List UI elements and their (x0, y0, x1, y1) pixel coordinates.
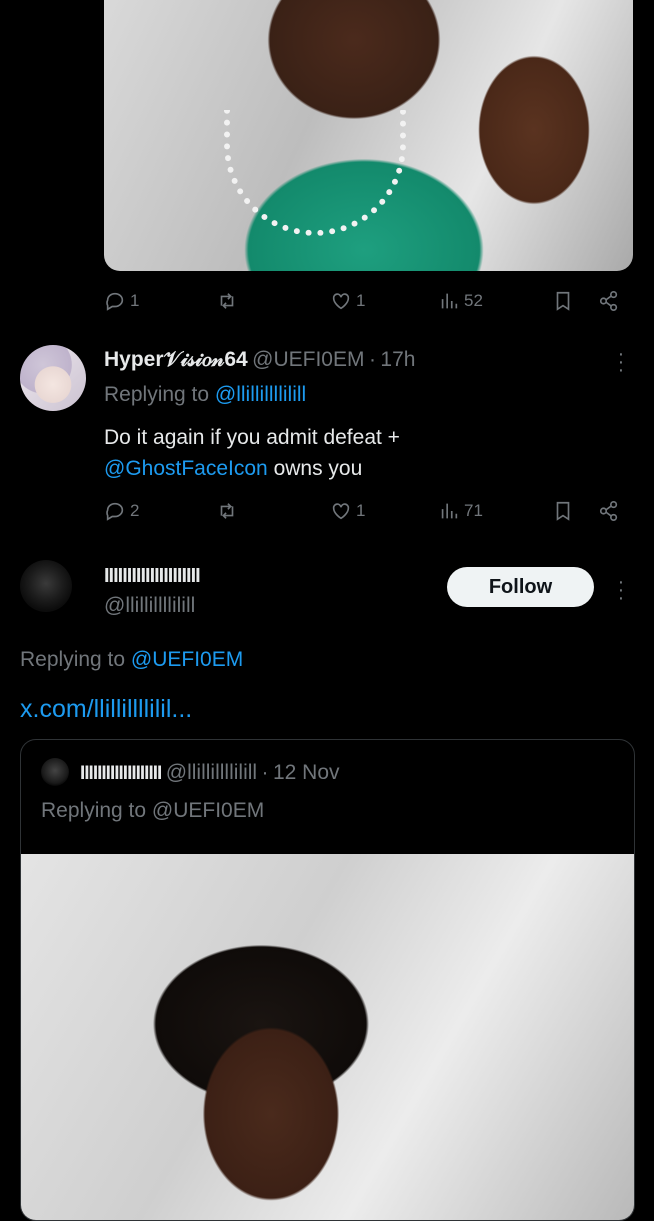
replying-to-mention[interactable]: @llillillllilill (215, 383, 306, 406)
reply-button[interactable]: 1 (104, 289, 139, 313)
views-button[interactable]: 52 (438, 289, 483, 313)
handle[interactable]: @UEFI0EM (252, 348, 364, 371)
more-button[interactable]: · · · (616, 572, 626, 608)
quote-display-name: IIIIIIIIIIIIIIIIIII (80, 763, 162, 784)
like-button[interactable]: 1 (330, 499, 365, 523)
replying-prefix: Replying to (104, 383, 210, 406)
views-button[interactable]: 71 (438, 499, 483, 523)
bookmark-button[interactable] (552, 289, 574, 313)
views-icon (441, 503, 458, 519)
display-name[interactable]: Hyper𝒱𝒾𝓈𝒾𝑜𝓃64 (104, 348, 248, 371)
timestamp[interactable]: 17h (380, 348, 415, 371)
display-name[interactable]: IIIIIIIIIIIIIIIIIIIII (104, 565, 201, 588)
replying-prefix: Replying to (41, 799, 147, 822)
quote-header: IIIIIIIIIIIIIIIIIII @llillillllilill · 1… (80, 761, 340, 785)
replying-to: Replying to @UEFI0EM (20, 648, 243, 672)
views-count: 52 (464, 291, 483, 310)
follow-button[interactable]: Follow (447, 567, 594, 607)
replying-prefix: Replying to (20, 648, 126, 671)
retweet-button[interactable] (216, 289, 242, 313)
tweet-text-line1: Do it again if you admit defeat + (104, 426, 400, 449)
top-tweet-action-bar: 1 1 52 (104, 289, 634, 313)
like-icon (332, 503, 350, 520)
quote-handle: @llillillllilill (165, 761, 258, 784)
avatar[interactable] (20, 560, 72, 612)
quote-replying-to: Replying to @UEFI0EM (41, 799, 264, 823)
more-button[interactable]: · · · (616, 344, 626, 380)
separator: · (368, 348, 376, 371)
tweet-link[interactable]: x.com/llillillllilil... (20, 695, 192, 724)
tweet-media-image[interactable] (104, 0, 633, 271)
retweet-icon (220, 293, 234, 309)
quote-media-image[interactable] (21, 854, 634, 1220)
like-icon (332, 293, 350, 310)
share-button[interactable] (598, 499, 620, 523)
bookmark-icon (556, 501, 570, 521)
replying-to-mention: @UEFI0EM (151, 799, 265, 822)
avatar (41, 758, 69, 786)
views-count: 71 (464, 501, 483, 520)
reply-action-bar: 2 1 71 (104, 499, 634, 523)
reply-button[interactable]: 2 (104, 499, 139, 523)
share-button[interactable] (598, 289, 620, 313)
more-icon: · · · (617, 343, 625, 381)
share-icon (599, 291, 618, 311)
reply-header: Hyper𝒱𝒾𝓈𝒾𝑜𝓃64 @UEFI0EM · 17h (104, 348, 415, 372)
reply-icon (106, 502, 124, 521)
handle[interactable]: @llillillllilill (104, 594, 195, 618)
replying-to-mention[interactable]: @UEFI0EM (131, 648, 243, 671)
reply-count: 1 (130, 291, 140, 310)
reply-count: 2 (130, 501, 140, 520)
retweet-icon (220, 503, 234, 519)
reply-icon (106, 292, 124, 311)
like-button[interactable]: 1 (330, 289, 365, 313)
bookmark-button[interactable] (552, 499, 574, 523)
like-count: 1 (356, 501, 366, 520)
avatar[interactable] (20, 345, 86, 411)
quote-date: 12 Nov (272, 761, 340, 784)
views-icon (441, 293, 458, 309)
tweet-text-line2: owns you (267, 457, 363, 480)
bookmark-icon (556, 291, 570, 311)
more-icon: · · · (617, 571, 625, 609)
retweet-button[interactable] (216, 499, 242, 523)
replying-to: Replying to @llillillllilill (104, 383, 306, 407)
like-count: 1 (356, 291, 366, 310)
chain-necklace (224, 110, 406, 236)
mention-link[interactable]: @GhostFaceIcon (104, 457, 268, 480)
tweet-text: Do it again if you admit defeat + @Ghost… (104, 422, 400, 484)
separator: · (261, 761, 269, 784)
share-icon (599, 501, 618, 521)
